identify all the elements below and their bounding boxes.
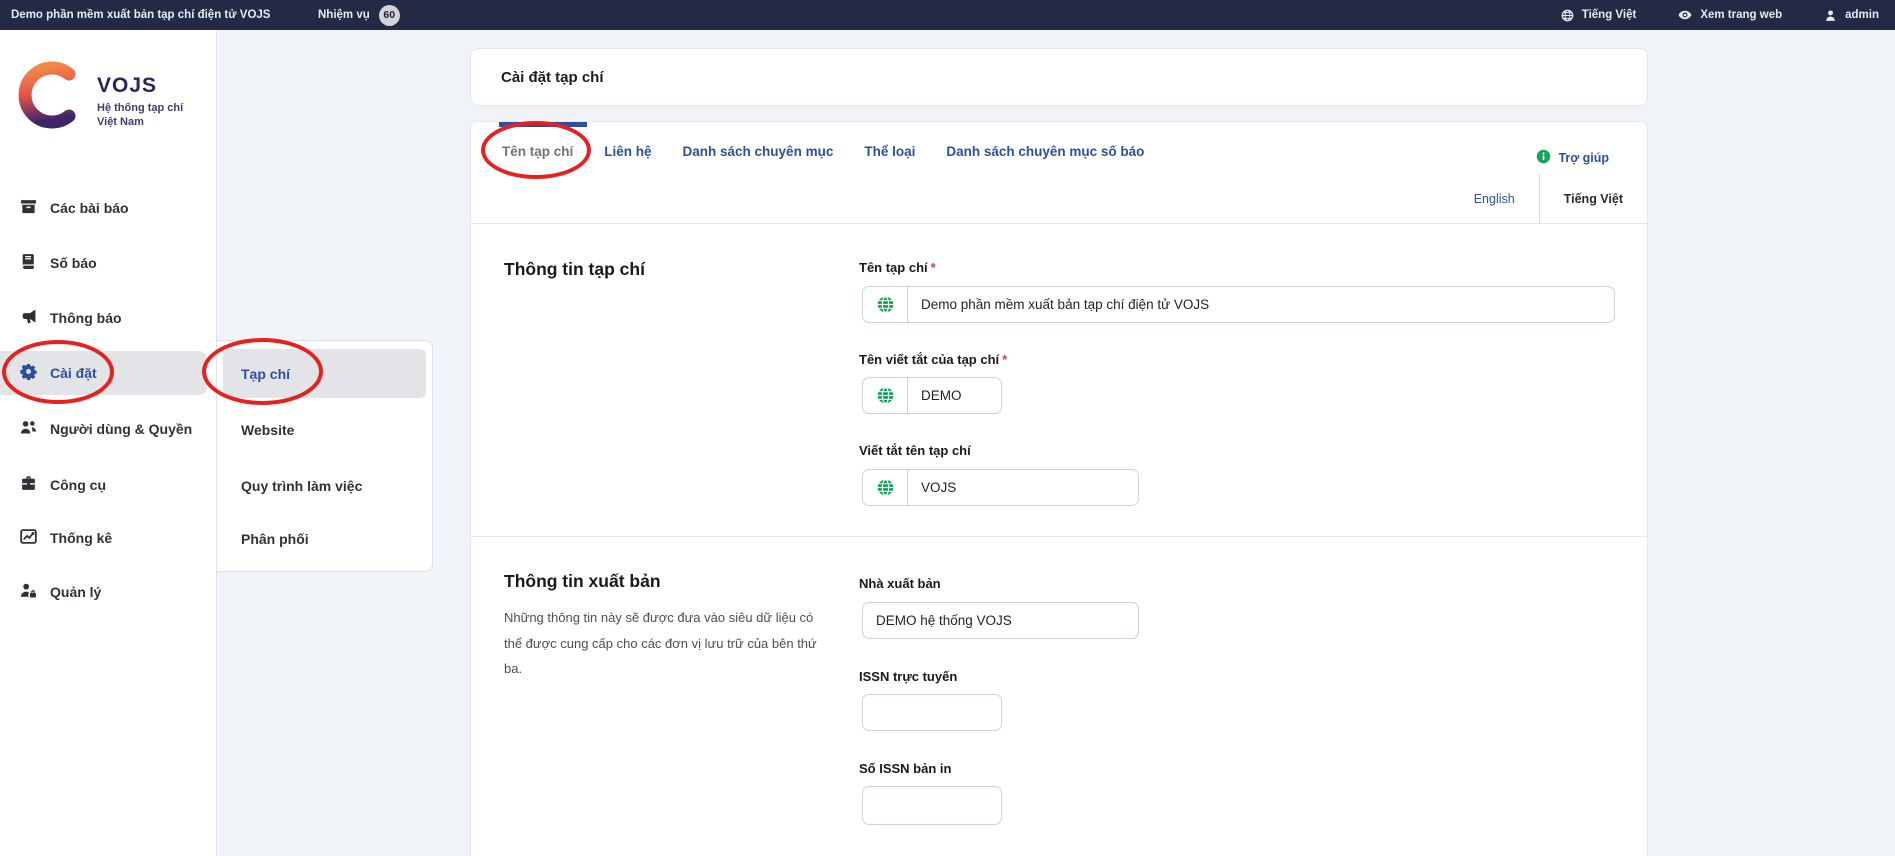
submenu-item-label: Website (241, 422, 294, 438)
sidebar-item-label: Thống kê (50, 530, 112, 546)
lang-tab-vietnamese[interactable]: Tiếng Việt (1540, 174, 1647, 223)
masthead-form: Thông tin tạp chí Tên tạp chí* Tên viết … (471, 223, 1647, 856)
tasks-button[interactable]: Nhiệm vụ 60 (318, 0, 400, 30)
multilingual-globe-icon (863, 287, 908, 322)
submenu-item-distribution[interactable]: Phân phối (223, 517, 426, 561)
language-menu-label: Tiếng Việt (1582, 9, 1637, 21)
submenu-item-label: Tạp chí (241, 366, 290, 382)
sidebar-item-label: Các bài báo (50, 200, 129, 216)
eye-icon (1678, 8, 1692, 22)
help-info-icon (1536, 149, 1551, 167)
sidebar: VOJS Hệ thống tạp chí Việt Nam Các bài b… (0, 30, 217, 856)
top-bar-actions: Tiếng Việt Xem trang web admin (1561, 0, 1879, 30)
journal-initials-input[interactable] (908, 378, 1001, 413)
submenu-item-journal[interactable]: Tạp chí (223, 349, 426, 398)
language-menu-button[interactable]: Tiếng Việt (1561, 9, 1637, 22)
vojs-logo[interactable]: VOJS Hệ thống tạp chí Việt Nam (13, 58, 183, 137)
print-issn-field (862, 786, 1002, 825)
sidebar-item-issues[interactable]: Số báo (0, 241, 207, 285)
help-label: Trợ giúp (1558, 151, 1609, 165)
logo-tagline: Hệ thống tạp chí Việt Nam (97, 101, 183, 129)
journal-settings-card: Tên tạp chí Liên hệ Danh sách chuyên mục… (470, 121, 1648, 856)
tasks-label: Nhiệm vụ (318, 9, 370, 21)
sidebar-item-tools[interactable]: Công cụ (0, 463, 207, 507)
globe-icon (1561, 9, 1574, 22)
logo-brand: VOJS (97, 74, 183, 98)
field-label-journal-initials: Tên viết tắt của tạp chí* (859, 352, 1007, 367)
settings-tab-bar: Tên tạp chí Liên hệ Danh sách chuyên mục… (502, 144, 1144, 159)
submenu-item-workflow[interactable]: Quy trình làm việc (223, 464, 426, 508)
sidebar-item-label: Quản lý (50, 584, 101, 600)
sidebar-item-label: Cài đặt (50, 365, 97, 381)
journal-title-field (862, 286, 1615, 323)
online-issn-input[interactable] (863, 695, 1001, 730)
section-divider (471, 536, 1647, 537)
view-site-button[interactable]: Xem trang web (1678, 8, 1782, 22)
sidebar-item-label: Thông báo (50, 310, 122, 326)
settings-submenu: Tạp chí Website Quy trình làm việc Phân … (217, 340, 433, 572)
active-tab-indicator (499, 122, 587, 127)
sidebar-item-announcements[interactable]: Thông báo (0, 296, 207, 340)
top-bar: Demo phần mềm xuất bản tạp chí điện tử V… (0, 0, 1895, 30)
app-screen: Demo phần mềm xuất bản tạp chí điện tử V… (0, 0, 1895, 856)
submenu-item-label: Phân phối (241, 531, 309, 547)
form-language-tabs: English Tiếng Việt (1450, 174, 1647, 223)
sidebar-item-label: Số báo (50, 255, 97, 271)
announcements-megaphone-icon (20, 308, 37, 328)
tab-issue-sections[interactable]: Danh sách chuyên mục số báo (946, 144, 1144, 159)
vojs-logo-text: VOJS Hệ thống tạp chí Việt Nam (97, 58, 183, 137)
administration-user-lock-icon (20, 582, 37, 602)
required-marker: * (931, 260, 936, 275)
submenu-item-label: Quy trình làm việc (241, 478, 362, 494)
journal-initials-field (862, 377, 1002, 414)
publisher-field (862, 602, 1139, 639)
page-header-card: Cài đặt tạp chí (470, 48, 1648, 106)
multilingual-globe-icon (863, 378, 908, 413)
issues-book-icon (20, 253, 37, 273)
sidebar-item-settings[interactable]: Cài đặt (0, 351, 207, 395)
articles-archive-icon (20, 198, 37, 218)
field-label-journal-abbreviation: Viết tắt tên tạp chí (859, 443, 971, 458)
statistics-chart-icon (20, 528, 37, 548)
field-label-online-issn: ISSN trực tuyến (859, 669, 957, 684)
section-heading-journal-info: Thông tin tạp chí (504, 259, 645, 280)
user-icon (1824, 9, 1837, 22)
tab-sections[interactable]: Danh sách chuyên mục (683, 144, 834, 159)
view-site-label: Xem trang web (1700, 9, 1782, 21)
sidebar-item-articles[interactable]: Các bài báo (0, 186, 207, 230)
publisher-input[interactable] (863, 603, 1138, 638)
multilingual-globe-icon (863, 470, 908, 505)
tab-contact[interactable]: Liên hệ (604, 144, 651, 159)
lang-tab-english[interactable]: English (1450, 174, 1540, 223)
sidebar-item-statistics[interactable]: Thống kê (0, 516, 207, 560)
required-marker: * (1002, 352, 1007, 367)
journal-abbreviation-input[interactable] (908, 470, 1138, 505)
print-issn-input[interactable] (863, 787, 1001, 824)
user-menu-button[interactable]: admin (1824, 9, 1879, 22)
field-label-print-issn: Số ISSN bản in (859, 761, 951, 776)
section-heading-publishing-info: Thông tin xuất bản (504, 571, 661, 592)
field-label-journal-title: Tên tạp chí* (859, 260, 936, 275)
sidebar-item-users-roles[interactable]: Người dùng & Quyền (0, 407, 207, 451)
app-title: Demo phần mềm xuất bản tạp chí điện tử V… (11, 0, 270, 30)
tab-masthead[interactable]: Tên tạp chí (502, 144, 573, 159)
publishing-info-description: Những thông tin này sẽ được đưa vào siêu… (504, 605, 834, 682)
sidebar-item-label: Người dùng & Quyền (50, 421, 192, 437)
vojs-logo-ring-icon (13, 58, 87, 137)
username: admin (1845, 9, 1879, 21)
field-label-publisher: Nhà xuất bản (859, 576, 941, 591)
help-button[interactable]: Trợ giúp (1536, 149, 1609, 167)
online-issn-field (862, 694, 1002, 731)
sidebar-item-administration[interactable]: Quản lý (0, 570, 207, 614)
submenu-item-website[interactable]: Website (223, 408, 426, 452)
tab-categories[interactable]: Thể loại (864, 144, 915, 159)
settings-gear-icon (20, 363, 37, 383)
journal-title-input[interactable] (908, 287, 1614, 322)
journal-abbreviation-field (862, 469, 1139, 506)
sidebar-item-label: Công cụ (50, 477, 106, 493)
users-roles-icon (20, 419, 37, 439)
tools-briefcase-icon (20, 475, 37, 495)
page-title: Cài đặt tạp chí (501, 69, 604, 86)
tasks-count-badge: 60 (379, 5, 400, 26)
